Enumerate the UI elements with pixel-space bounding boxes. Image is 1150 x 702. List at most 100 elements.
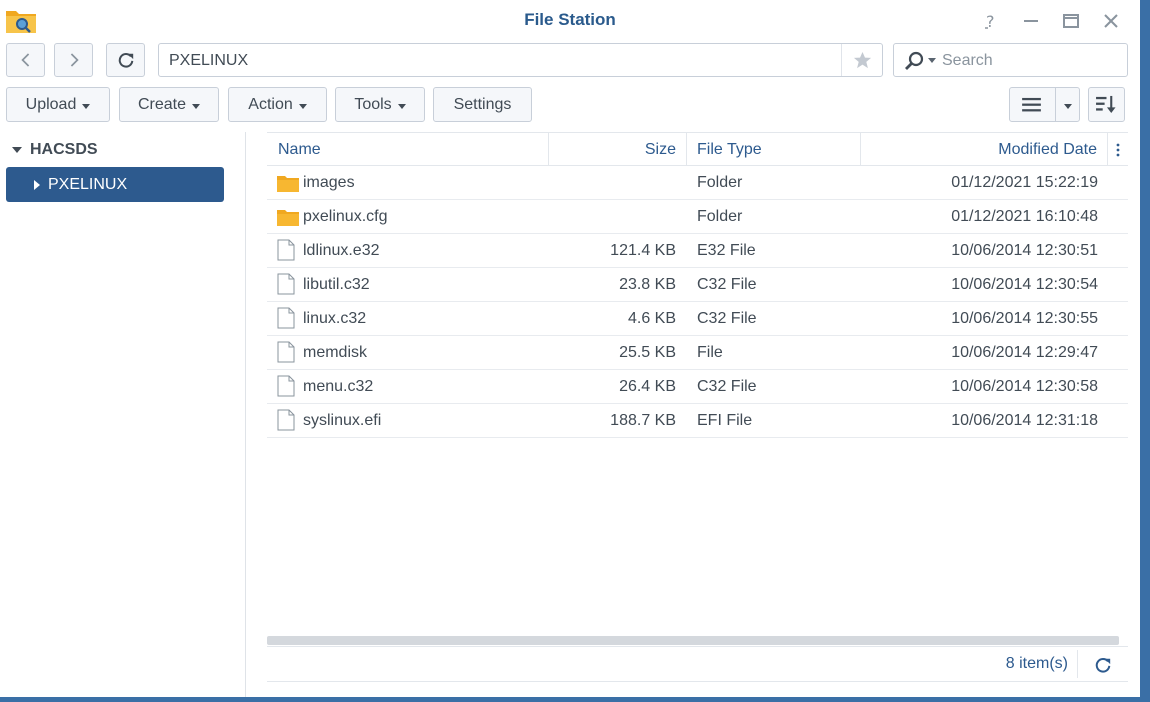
file-row[interactable]: linux.c32 4.6 KB C32 File 10/06/2014 12:30:… [267, 302, 1128, 336]
file-row[interactable]: pxelinux.cfg Folder 01/12/2021 16:10:48 [267, 200, 1128, 234]
file-modified-date: 10/06/2014 12:30:55 [951, 310, 1098, 327]
file-type: C32 File [697, 310, 757, 327]
search-options-caret-icon[interactable] [928, 58, 936, 63]
settings-button[interactable]: Settings [433, 87, 532, 122]
item-count: 8 item(s) [1005, 655, 1068, 672]
sort-icon [1096, 95, 1116, 114]
refresh-icon [1095, 658, 1111, 673]
chevron-right-icon [70, 53, 79, 67]
footer-bottom-divider [267, 681, 1128, 682]
upload-button[interactable]: Upload [6, 87, 110, 122]
minimize-icon[interactable] [1020, 10, 1042, 32]
chevron-left-icon [20, 53, 29, 67]
sort-button[interactable] [1088, 87, 1125, 122]
action-label: Action [248, 95, 293, 113]
tree-root-hacsds[interactable]: HACSDS [12, 141, 98, 159]
horizontal-scrollbar[interactable] [267, 636, 1119, 645]
file-type: EFI File [697, 412, 753, 429]
file-name: memdisk [303, 344, 368, 361]
file-type: Folder [697, 174, 743, 191]
file-icon [277, 375, 299, 397]
file-modified-date: 10/06/2014 12:30:58 [951, 378, 1098, 395]
file-row[interactable]: memdisk 25.5 KB File 10/06/2014 12:29:47 [267, 336, 1128, 370]
column-header-type[interactable]: File Type [687, 133, 861, 165]
file-name: images [303, 174, 355, 191]
column-size-label: Size [644, 141, 676, 158]
create-label: Create [137, 95, 187, 113]
file-row[interactable]: ldlinux.e32 121.4 KB E32 File 10/06/2014 12… [267, 234, 1128, 268]
collapse-arrow-icon[interactable] [34, 179, 40, 190]
forward-button[interactable] [54, 43, 93, 77]
file-name: pxelinux.cfg [303, 208, 388, 225]
view-options-caret-icon[interactable] [1064, 104, 1072, 109]
file-modified-date: 10/06/2014 12:31:18 [951, 412, 1098, 429]
column-header-name[interactable]: Name [267, 133, 549, 165]
file-row[interactable]: libutil.c32 23.8 KB C32 File 10/06/2014 12:… [267, 268, 1128, 302]
list-refresh-button[interactable] [1094, 656, 1114, 676]
file-row[interactable]: syslinux.efi 188.7 KB EFI File 10/06/2014 1… [267, 404, 1128, 438]
tree-item-pxelinux[interactable]: PXELINUX [6, 167, 224, 202]
file-size: 25.5 KB [619, 344, 676, 361]
file-type: Folder [697, 208, 743, 225]
favorite-button[interactable] [841, 44, 882, 76]
tree-item-label: PXELINUX [48, 175, 128, 193]
file-modified-date: 01/12/2021 16:10:48 [951, 208, 1098, 225]
file-icon [277, 273, 299, 295]
column-type-label: File Type [697, 141, 762, 158]
footer-divider [267, 646, 1128, 647]
file-list: Name Size File Type Modified Date images… [267, 132, 1128, 697]
file-list-header: Name Size File Type Modified Date [267, 132, 1128, 166]
tools-button[interactable]: Tools [335, 87, 425, 122]
window-title: File Station [524, 10, 616, 29]
path-text: PXELINUX [169, 52, 249, 69]
column-menu-icon[interactable] [1108, 133, 1128, 165]
title-bar: File Station ? [0, 0, 1140, 40]
star-icon [853, 51, 871, 68]
file-rows: images Folder 01/12/2021 15:22:19 pxelinux.… [267, 166, 1128, 438]
file-icon [277, 341, 299, 363]
file-name: ldlinux.e32 [303, 242, 380, 259]
list-view-icon [1022, 97, 1041, 112]
upload-label: Upload [25, 95, 77, 113]
folder-icon [277, 208, 299, 226]
file-name: libutil.c32 [303, 276, 370, 293]
column-name-label: Name [278, 141, 321, 158]
file-size: 23.8 KB [619, 276, 676, 293]
file-name: menu.c32 [303, 378, 374, 395]
refresh-button[interactable] [106, 43, 145, 77]
file-type: E32 File [697, 242, 756, 259]
file-modified-date: 10/06/2014 12:30:51 [951, 242, 1098, 259]
file-row[interactable]: images Folder 01/12/2021 15:22:19 [267, 166, 1128, 200]
file-size: 188.7 KB [610, 412, 676, 429]
column-header-size[interactable]: Size [549, 133, 687, 165]
path-field[interactable]: PXELINUX [158, 43, 883, 77]
file-icon [277, 409, 299, 431]
footer-separator [1077, 650, 1078, 678]
file-icon [277, 239, 299, 261]
search-field[interactable]: Search [893, 43, 1128, 77]
file-size: 4.6 KB [627, 310, 676, 327]
back-button[interactable] [6, 43, 45, 77]
column-header-date[interactable]: Modified Date [861, 133, 1108, 165]
file-row[interactable]: menu.c32 26.4 KB C32 File 10/06/2014 12:30:… [267, 370, 1128, 404]
view-mode-button[interactable] [1009, 87, 1080, 122]
tools-label: Tools [354, 95, 392, 113]
folder-tree: HACSDS PXELINUX [0, 132, 246, 697]
file-station-window: File Station ? PXELINUX Search Upload Cr… [0, 0, 1140, 697]
search-placeholder: Search [942, 52, 993, 69]
expand-arrow-icon[interactable] [12, 147, 22, 153]
help-icon[interactable]: ? [980, 10, 1002, 32]
refresh-icon [118, 53, 133, 68]
action-button[interactable]: Action [228, 87, 327, 122]
close-icon[interactable] [1100, 10, 1122, 32]
caret-down-icon [192, 103, 201, 109]
column-date-label: Modified Date [998, 141, 1097, 158]
create-button[interactable]: Create [119, 87, 219, 122]
file-modified-date: 01/12/2021 15:22:19 [951, 174, 1098, 191]
maximize-icon[interactable] [1060, 10, 1082, 32]
file-size: 121.4 KB [610, 242, 676, 259]
file-name: linux.c32 [303, 310, 367, 327]
caret-down-icon [82, 103, 91, 109]
file-type: C32 File [697, 276, 757, 293]
settings-label: Settings [453, 95, 512, 113]
